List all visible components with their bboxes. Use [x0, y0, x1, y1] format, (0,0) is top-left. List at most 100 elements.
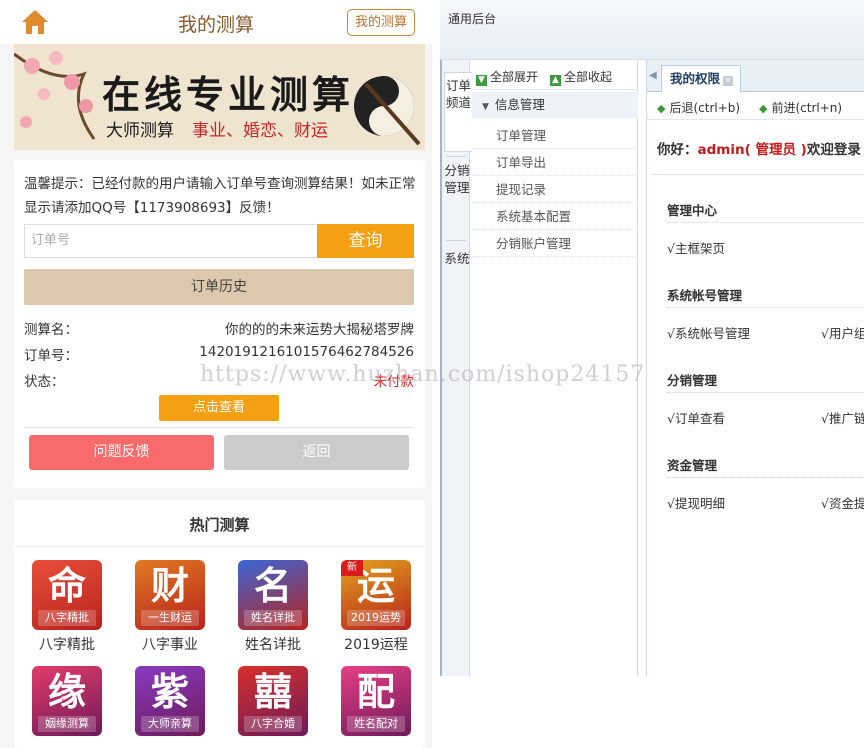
- collapse-all-label: 全部收起: [564, 70, 613, 84]
- icon-caption: 八字合婚: [244, 716, 302, 732]
- info-row: 状态： 未付款: [24, 370, 414, 390]
- icon-caption: 一生财运: [141, 610, 199, 626]
- permission-link[interactable]: √资金提: [821, 493, 864, 512]
- hot-item[interactable]: 囍八字合婚: [230, 666, 320, 748]
- scroll-left-icon[interactable]: ◀: [649, 70, 657, 81]
- reading-icon[interactable]: 缘姻缘测算: [32, 666, 102, 736]
- icon-glyph: 财: [150, 563, 189, 608]
- caret-down-icon: ▼: [482, 102, 489, 112]
- divider: [446, 156, 466, 157]
- divider: [24, 427, 414, 428]
- divider: [446, 240, 466, 241]
- tab-bar: ◀ 我的权限 ✕: [647, 60, 864, 92]
- info-row: 订单号： 14201912161015764627845​26: [24, 344, 414, 364]
- order-number-input[interactable]: 订单号: [24, 224, 318, 258]
- close-icon[interactable]: ✕: [723, 76, 734, 86]
- hot-title: 热门测算: [189, 516, 250, 534]
- tree-group-label: 信息管理: [494, 97, 545, 112]
- collapse-all-button[interactable]: ▲ 全部收起: [550, 68, 612, 86]
- reading-icon[interactable]: 财一生财运: [135, 560, 205, 630]
- divider: [14, 546, 425, 547]
- back-button[interactable]: 返回: [224, 435, 409, 470]
- forward-nav-label: 前进(ctrl+n): [771, 101, 843, 115]
- hot-item[interactable]: 配姓名配对: [333, 666, 423, 748]
- permission-link[interactable]: √提现明细: [667, 493, 725, 512]
- hot-item[interactable]: 财一生财运 八字事业: [127, 560, 217, 660]
- hot-item-label: 姓名详批: [245, 637, 301, 653]
- hot-item-label: 2019运程: [344, 637, 408, 653]
- info-key: 状态：: [24, 374, 65, 390]
- permission-link[interactable]: √推广链: [821, 408, 864, 427]
- vtab-distribution[interactable]: 分销管理: [444, 162, 470, 234]
- tree-item[interactable]: 订单管理: [472, 122, 638, 149]
- section-title: 管理中心: [667, 203, 718, 218]
- hot-item[interactable]: 缘姻缘测算: [24, 666, 114, 748]
- vtab-system[interactable]: 系统: [444, 250, 470, 290]
- banner-topics: 事业、婚恋、财运: [192, 121, 328, 141]
- admin-title: 通用后台: [448, 12, 497, 26]
- hot-readings: 热门测算 命八字精批 八字精批财一生财运 八字事业名姓名详批 姓名详批运 2019运势新…: [14, 500, 425, 748]
- mobile-page: 我的测算 我的测算 在线专业测算 大师测算 事业、婚恋、财运 温馨提示：已经付款…: [0, 0, 432, 748]
- permission-link[interactable]: √订单查看: [667, 408, 725, 427]
- expand-all-button[interactable]: ▼ 全部展开: [476, 68, 538, 86]
- new-badge: 新: [341, 560, 363, 576]
- divider: [667, 477, 864, 478]
- icon-glyph: 名: [253, 563, 292, 608]
- icon-caption: 八字精批: [38, 610, 96, 626]
- reading-icon[interactable]: 配姓名配对: [341, 666, 411, 736]
- back-nav-button[interactable]: ◆ 后退(ctrl+b): [657, 99, 740, 116]
- icon-caption: 姻缘测算: [38, 716, 96, 732]
- icon-glyph: 命: [47, 563, 86, 608]
- order-history-button[interactable]: 订单历史: [24, 269, 414, 305]
- welcome-text: 你好：admin( 管理员 )欢迎登录: [657, 138, 861, 158]
- tab-label: 我的权限: [670, 71, 721, 86]
- reading-icon[interactable]: 命八字精批: [32, 560, 102, 630]
- tree-group[interactable]: ▼ 信息管理: [472, 92, 638, 118]
- back-nav-label: 后退(ctrl+b): [669, 101, 741, 115]
- info-key: 测算名：: [24, 322, 78, 338]
- reading-icon[interactable]: 紫大师亲算: [135, 666, 205, 736]
- arrow-right-icon: ◆: [759, 102, 768, 115]
- hot-item[interactable]: 运 2019运势新 2019运程: [333, 560, 423, 660]
- forward-nav-button[interactable]: ◆ 前进(ctrl+n): [759, 99, 842, 116]
- hot-item[interactable]: 紫大师亲算: [127, 666, 217, 748]
- hot-item[interactable]: 命八字精批 八字精批: [24, 560, 114, 660]
- nav-toolbar: ◆ 后退(ctrl+b) ◆ 前进(ctrl+n): [647, 94, 864, 120]
- expand-all-label: 全部展开: [490, 70, 539, 84]
- arrow-left-icon: ◆: [657, 102, 666, 115]
- hot-item-label: 八字事业: [142, 637, 198, 653]
- divider: [667, 392, 864, 393]
- reading-icon[interactable]: 运 2019运势新: [341, 560, 411, 630]
- view-button[interactable]: 点击查看: [159, 395, 279, 421]
- icon-caption: 姓名详批: [244, 610, 302, 626]
- divider: [651, 174, 864, 175]
- mobile-header: 我的测算 我的测算: [0, 0, 432, 44]
- my-reading-button[interactable]: 我的测算: [347, 9, 415, 36]
- collapse-icon: ▲: [550, 75, 561, 86]
- section-title: 系统帐号管理: [667, 288, 743, 303]
- menu-tree: ▼ 全部展开 ▲ 全部收起 ▼ 信息管理 订单管理 订单导出 提现记录 系统基本配置 分销账户…: [472, 60, 638, 676]
- icon-caption: 2019运势: [347, 610, 405, 626]
- section-title: 分销管理: [667, 373, 718, 388]
- welcome-prefix: 你好：: [657, 142, 698, 158]
- divider: [667, 307, 864, 308]
- permission-link[interactable]: √系统帐号管理: [667, 323, 750, 342]
- tree-item[interactable]: 分销账户管理: [472, 230, 638, 257]
- divider: [667, 222, 864, 223]
- tree-item[interactable]: 系统基本配置: [472, 203, 638, 230]
- icon-caption: 大师亲算: [141, 716, 199, 732]
- feedback-button[interactable]: 问题反馈: [29, 435, 214, 470]
- tab-my-permissions[interactable]: 我的权限 ✕: [661, 65, 741, 92]
- query-button[interactable]: 查询: [317, 224, 414, 258]
- tree-item[interactable]: 提现记录: [472, 176, 638, 203]
- permission-link[interactable]: √用户组: [821, 323, 864, 342]
- info-value: 你的的的未来运势大揭秘塔罗牌: [225, 322, 414, 338]
- tree-item[interactable]: 订单导出: [472, 149, 638, 176]
- vtab-orders[interactable]: 订单频道: [444, 72, 472, 152]
- welcome-suffix: 欢迎登录: [806, 142, 861, 158]
- reading-icon[interactable]: 囍八字合婚: [238, 666, 308, 736]
- section-title: 资金管理: [667, 458, 718, 473]
- permission-link[interactable]: √主框架页: [667, 238, 725, 257]
- reading-icon[interactable]: 名姓名详批: [238, 560, 308, 630]
- hot-item[interactable]: 名姓名详批 姓名详批: [230, 560, 320, 660]
